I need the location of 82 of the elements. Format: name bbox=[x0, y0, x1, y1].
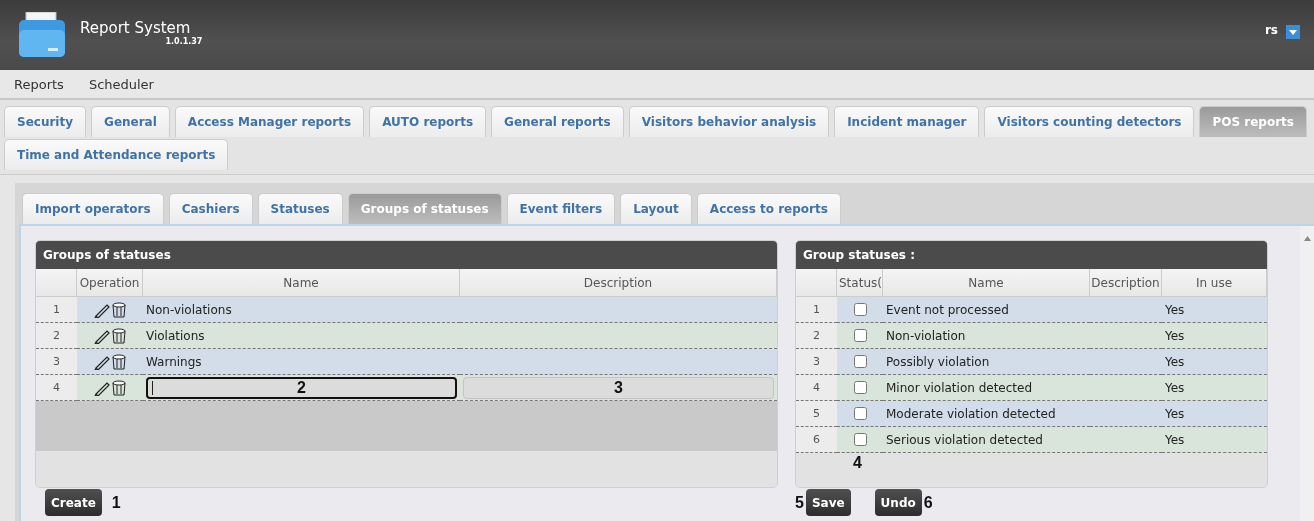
table-cell: Yes bbox=[1162, 297, 1267, 323]
user-name: rs bbox=[1264, 23, 1278, 37]
scrollbar[interactable] bbox=[1300, 226, 1314, 521]
table-cell: Minor violation detected bbox=[883, 375, 1090, 401]
section-tab[interactable]: Statuses bbox=[257, 193, 343, 224]
report-tab[interactable]: POS reports bbox=[1199, 106, 1307, 137]
menu-item[interactable]: Scheduler bbox=[88, 76, 154, 92]
row-number: 3 bbox=[796, 349, 837, 375]
trash-icon[interactable] bbox=[112, 379, 126, 396]
status-checkbox[interactable] bbox=[853, 433, 867, 446]
column-header[interactable]: Status( bbox=[837, 269, 883, 297]
column-header[interactable]: Name bbox=[883, 269, 1090, 297]
section-tab[interactable]: Layout bbox=[620, 193, 692, 224]
user-menu-button[interactable] bbox=[1286, 25, 1300, 39]
report-tab[interactable]: General bbox=[91, 106, 170, 137]
column-header[interactable]: In use bbox=[1162, 269, 1267, 297]
callout-number: 6 bbox=[923, 493, 933, 512]
trash-icon[interactable] bbox=[112, 353, 126, 370]
column-header[interactable]: Name bbox=[143, 269, 460, 297]
table-cell: Non-violation bbox=[883, 323, 1090, 349]
callout-number: 1 bbox=[111, 493, 121, 512]
table-cell: Violations bbox=[143, 323, 460, 349]
row-number: 6 bbox=[796, 427, 837, 453]
row-number: 3 bbox=[36, 349, 77, 375]
app-title: Report System bbox=[80, 18, 191, 37]
row-number: 4 bbox=[796, 375, 837, 401]
folder-logo-icon bbox=[18, 12, 66, 58]
table-cell: Non-violations bbox=[143, 297, 460, 323]
row-number: 2 bbox=[796, 323, 837, 349]
row-number: 1 bbox=[36, 297, 77, 323]
callout-number: 2 bbox=[297, 378, 306, 397]
status-checkbox[interactable] bbox=[853, 329, 867, 342]
report-tab[interactable]: Access Manager reports bbox=[174, 106, 365, 137]
section-tab[interactable]: Groups of statuses bbox=[347, 193, 502, 224]
grid-title: Groups of statuses bbox=[36, 241, 777, 269]
create-button[interactable]: Create bbox=[45, 489, 102, 516]
description-input-field[interactable] bbox=[463, 376, 774, 399]
column-header[interactable]: Operation bbox=[77, 269, 143, 297]
status-checkbox[interactable] bbox=[853, 355, 867, 368]
callout-number: 4 bbox=[853, 454, 862, 472]
report-tab[interactable]: Incident manager bbox=[834, 106, 980, 137]
section-tab[interactable]: Cashiers bbox=[168, 193, 253, 224]
report-tab[interactable]: Visitors counting detectors bbox=[984, 106, 1195, 137]
menu-item[interactable]: Reports bbox=[14, 76, 64, 92]
caret-icon bbox=[1289, 29, 1297, 35]
row-number: 4 bbox=[36, 375, 77, 401]
report-tab[interactable]: Visitors behavior analysis bbox=[628, 106, 830, 137]
table-cell: Yes bbox=[1162, 401, 1267, 427]
status-checkbox[interactable] bbox=[853, 381, 867, 394]
trash-icon[interactable] bbox=[112, 301, 126, 318]
section-tab[interactable]: Import operators bbox=[22, 193, 164, 224]
table-cell: Yes bbox=[1162, 427, 1267, 453]
callout-number: 3 bbox=[614, 378, 623, 397]
row-number: 1 bbox=[796, 297, 837, 323]
save-button[interactable]: Save bbox=[805, 489, 851, 516]
table-cell: Yes bbox=[1162, 323, 1267, 349]
section-tab[interactable]: Event filters bbox=[506, 193, 616, 224]
table-cell: Moderate violation detected bbox=[883, 401, 1090, 427]
row-number: 2 bbox=[36, 323, 77, 349]
table-cell: Event not processed bbox=[883, 297, 1090, 323]
column-header[interactable]: Description bbox=[460, 269, 777, 297]
callout-number: 5 bbox=[795, 493, 804, 512]
scroll-up-icon[interactable] bbox=[1303, 236, 1311, 241]
trash-icon[interactable] bbox=[112, 327, 126, 344]
table-cell: Yes bbox=[1162, 375, 1267, 401]
status-checkbox[interactable] bbox=[853, 303, 867, 316]
report-tab[interactable]: General reports bbox=[491, 106, 624, 137]
grid-title: Group statuses : bbox=[796, 241, 1267, 269]
name-input-field[interactable] bbox=[146, 376, 457, 399]
table-cell: Warnings bbox=[143, 349, 460, 375]
table-cell: Possibly violation bbox=[883, 349, 1090, 375]
report-tab[interactable]: Security bbox=[4, 106, 87, 137]
undo-button[interactable]: Undo bbox=[874, 489, 922, 516]
column-header[interactable]: Description bbox=[1090, 269, 1162, 297]
status-checkbox[interactable] bbox=[853, 407, 867, 420]
table-cell: Yes bbox=[1162, 349, 1267, 375]
report-tab[interactable]: AUTO reports bbox=[369, 106, 487, 137]
row-number: 5 bbox=[796, 401, 837, 427]
version-label: 1.0.1.37 bbox=[165, 36, 203, 46]
report-tab[interactable]: Time and Attendance reports bbox=[4, 139, 229, 170]
section-tab[interactable]: Access to reports bbox=[696, 193, 841, 224]
table-cell: Serious violation detected bbox=[883, 427, 1090, 453]
